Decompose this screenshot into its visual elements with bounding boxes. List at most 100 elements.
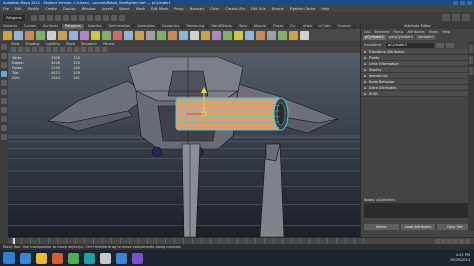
menu-display[interactable]: Display	[63, 7, 76, 11]
toggle-channel-box-button[interactable]	[462, 14, 470, 21]
smooth-shade-icon[interactable]	[60, 47, 65, 52]
notes-field[interactable]	[364, 203, 472, 218]
new-scene-icon[interactable]	[30, 14, 37, 21]
isolate-select-icon[interactable]	[102, 47, 107, 52]
copy-tab-button[interactable]: Copy Tab	[437, 224, 473, 230]
expand-arrow-icon[interactable]: ▶	[364, 61, 367, 66]
ipr-render-icon[interactable]	[110, 14, 117, 21]
taskbar-app-icon[interactable]	[68, 252, 79, 264]
shelf-tool-icon[interactable]	[267, 30, 276, 40]
toggle-attribute-editor-button[interactable]	[442, 14, 450, 21]
shelf-tool-icon[interactable]	[3, 30, 12, 40]
layout-single-icon[interactable]	[1, 107, 7, 113]
menu-set-dropdown[interactable]: Polygons	[3, 14, 25, 21]
toggle-tool-settings-button[interactable]	[452, 14, 460, 21]
shelf-tool-icon[interactable]	[14, 30, 23, 40]
shelf-tool-icon[interactable]	[223, 30, 232, 40]
shelf-tool-icon[interactable]	[80, 30, 89, 40]
expand-arrow-icon[interactable]: ▶	[364, 49, 367, 54]
shelf-tool-icon[interactable]	[36, 30, 45, 40]
tray-date[interactable]: 20/09/2014	[450, 258, 470, 263]
layout-graph-icon[interactable]	[1, 134, 7, 140]
film-gate-icon[interactable]	[39, 47, 44, 52]
ae-menu-list[interactable]: List	[364, 30, 370, 34]
shadows-icon[interactable]	[88, 47, 93, 52]
ae-tab-lambert1[interactable]: lambert1	[416, 35, 437, 40]
select-hierarchy-icon[interactable]	[54, 14, 61, 21]
menu-mesh[interactable]: Mesh	[136, 7, 145, 11]
shelf-tool-icon[interactable]	[69, 30, 78, 40]
shelf-tool-icon[interactable]	[124, 30, 133, 40]
expand-arrow-icon[interactable]: ▶	[364, 55, 367, 60]
side-tab-attribute-editor[interactable]	[469, 56, 473, 64]
menu-edit-uvs[interactable]: Edit UVs	[251, 7, 266, 11]
shelf-tool-icon[interactable]	[190, 30, 199, 40]
menu-create-uvs[interactable]: Create UVs	[225, 7, 245, 11]
ae-menu-attributes[interactable]: Attributes	[407, 30, 424, 34]
render-icon[interactable]	[102, 14, 109, 21]
lights-icon[interactable]	[81, 47, 86, 52]
ae-tab-pcylinder1[interactable]: pCylinder1	[363, 35, 386, 40]
ae-menu-selected[interactable]: Selected	[374, 30, 389, 34]
panel-menu-renderer[interactable]: Renderer	[81, 42, 97, 46]
expand-arrow-icon[interactable]: ▶	[364, 73, 367, 78]
shelf-tool-icon[interactable]	[113, 30, 122, 40]
select-button[interactable]: Select	[364, 224, 399, 230]
rotate-tool-icon[interactable]	[1, 80, 7, 86]
menu-muscle[interactable]: Muscle	[272, 7, 284, 11]
menu-edit[interactable]: Edit	[15, 7, 22, 11]
taskbar-app-icon[interactable]	[100, 252, 111, 264]
panel-menu-shading[interactable]: Shading	[25, 42, 39, 46]
expand-arrow-icon[interactable]: ▶	[364, 91, 367, 96]
snap-grid-icon[interactable]	[78, 14, 85, 21]
lasso-tool-icon[interactable]	[1, 53, 7, 59]
taskbar-app-icon[interactable]	[132, 252, 143, 264]
shelf-tool-icon[interactable]	[289, 30, 298, 40]
select-component-icon[interactable]	[70, 14, 77, 21]
resolution-gate-icon[interactable]	[46, 47, 51, 52]
shelf-tool-icon[interactable]	[47, 30, 56, 40]
shelf-tool-icon[interactable]	[135, 30, 144, 40]
shelf-tool-icon[interactable]	[58, 30, 67, 40]
shelf-tool-icon[interactable]	[278, 30, 287, 40]
robot-leg-left[interactable]	[181, 143, 201, 237]
move-tool-icon[interactable]	[1, 71, 7, 77]
ae-menu-focus[interactable]: Focus	[393, 30, 403, 34]
side-tab-tool-settings[interactable]	[469, 67, 473, 75]
expand-arrow-icon[interactable]: ▶	[364, 85, 367, 90]
save-scene-icon[interactable]	[46, 14, 53, 21]
panel-menu-show[interactable]: Show	[66, 42, 75, 46]
menu-normals[interactable]: Normals	[190, 7, 205, 11]
side-tab-channel-box[interactable]	[469, 45, 473, 53]
bookmark-icon[interactable]	[18, 47, 23, 52]
minimize-button[interactable]	[453, 1, 458, 5]
presets-button[interactable]	[446, 42, 454, 48]
taskbar-app-icon[interactable]	[20, 252, 31, 264]
taskbar-app-icon[interactable]	[52, 252, 63, 264]
close-button[interactable]	[467, 1, 472, 5]
select-object-icon[interactable]	[62, 14, 69, 21]
menu-window[interactable]: Window	[82, 7, 96, 11]
shelf-tool-icon[interactable]	[102, 30, 111, 40]
menu-assets[interactable]: Assets	[102, 7, 113, 11]
shelf-tool-icon[interactable]	[212, 30, 221, 40]
menu-proxy[interactable]: Proxy	[174, 7, 184, 11]
shelf-tool-icon[interactable]	[300, 30, 309, 40]
ae-section-uuid[interactable]: ▶ UUID	[361, 91, 474, 97]
menu-pipeline-cache[interactable]: Pipeline Cache	[290, 7, 316, 11]
maximize-button[interactable]	[460, 1, 465, 5]
perspective-viewport[interactable]: View Shading Lighting Show Renderer Panels Ve…	[8, 41, 360, 237]
last-tool-icon[interactable]	[1, 98, 7, 104]
render-settings-icon[interactable]	[118, 14, 125, 21]
wireframe-icon[interactable]	[53, 47, 58, 52]
layout-outliner-icon[interactable]	[1, 125, 7, 131]
layout-four-icon[interactable]	[1, 116, 7, 122]
shelf-tool-icon[interactable]	[201, 30, 210, 40]
wireframe-on-shaded-icon[interactable]	[67, 47, 72, 52]
windows-start-button[interactable]	[3, 252, 15, 264]
menu-help[interactable]: Help	[321, 7, 329, 11]
expand-arrow-icon[interactable]: ▶	[364, 79, 367, 84]
load-attributes-button[interactable]: Load Attributes	[400, 224, 436, 230]
menu-create[interactable]: Create	[45, 7, 57, 11]
menu-edit-mesh[interactable]: Edit Mesh	[151, 7, 168, 11]
